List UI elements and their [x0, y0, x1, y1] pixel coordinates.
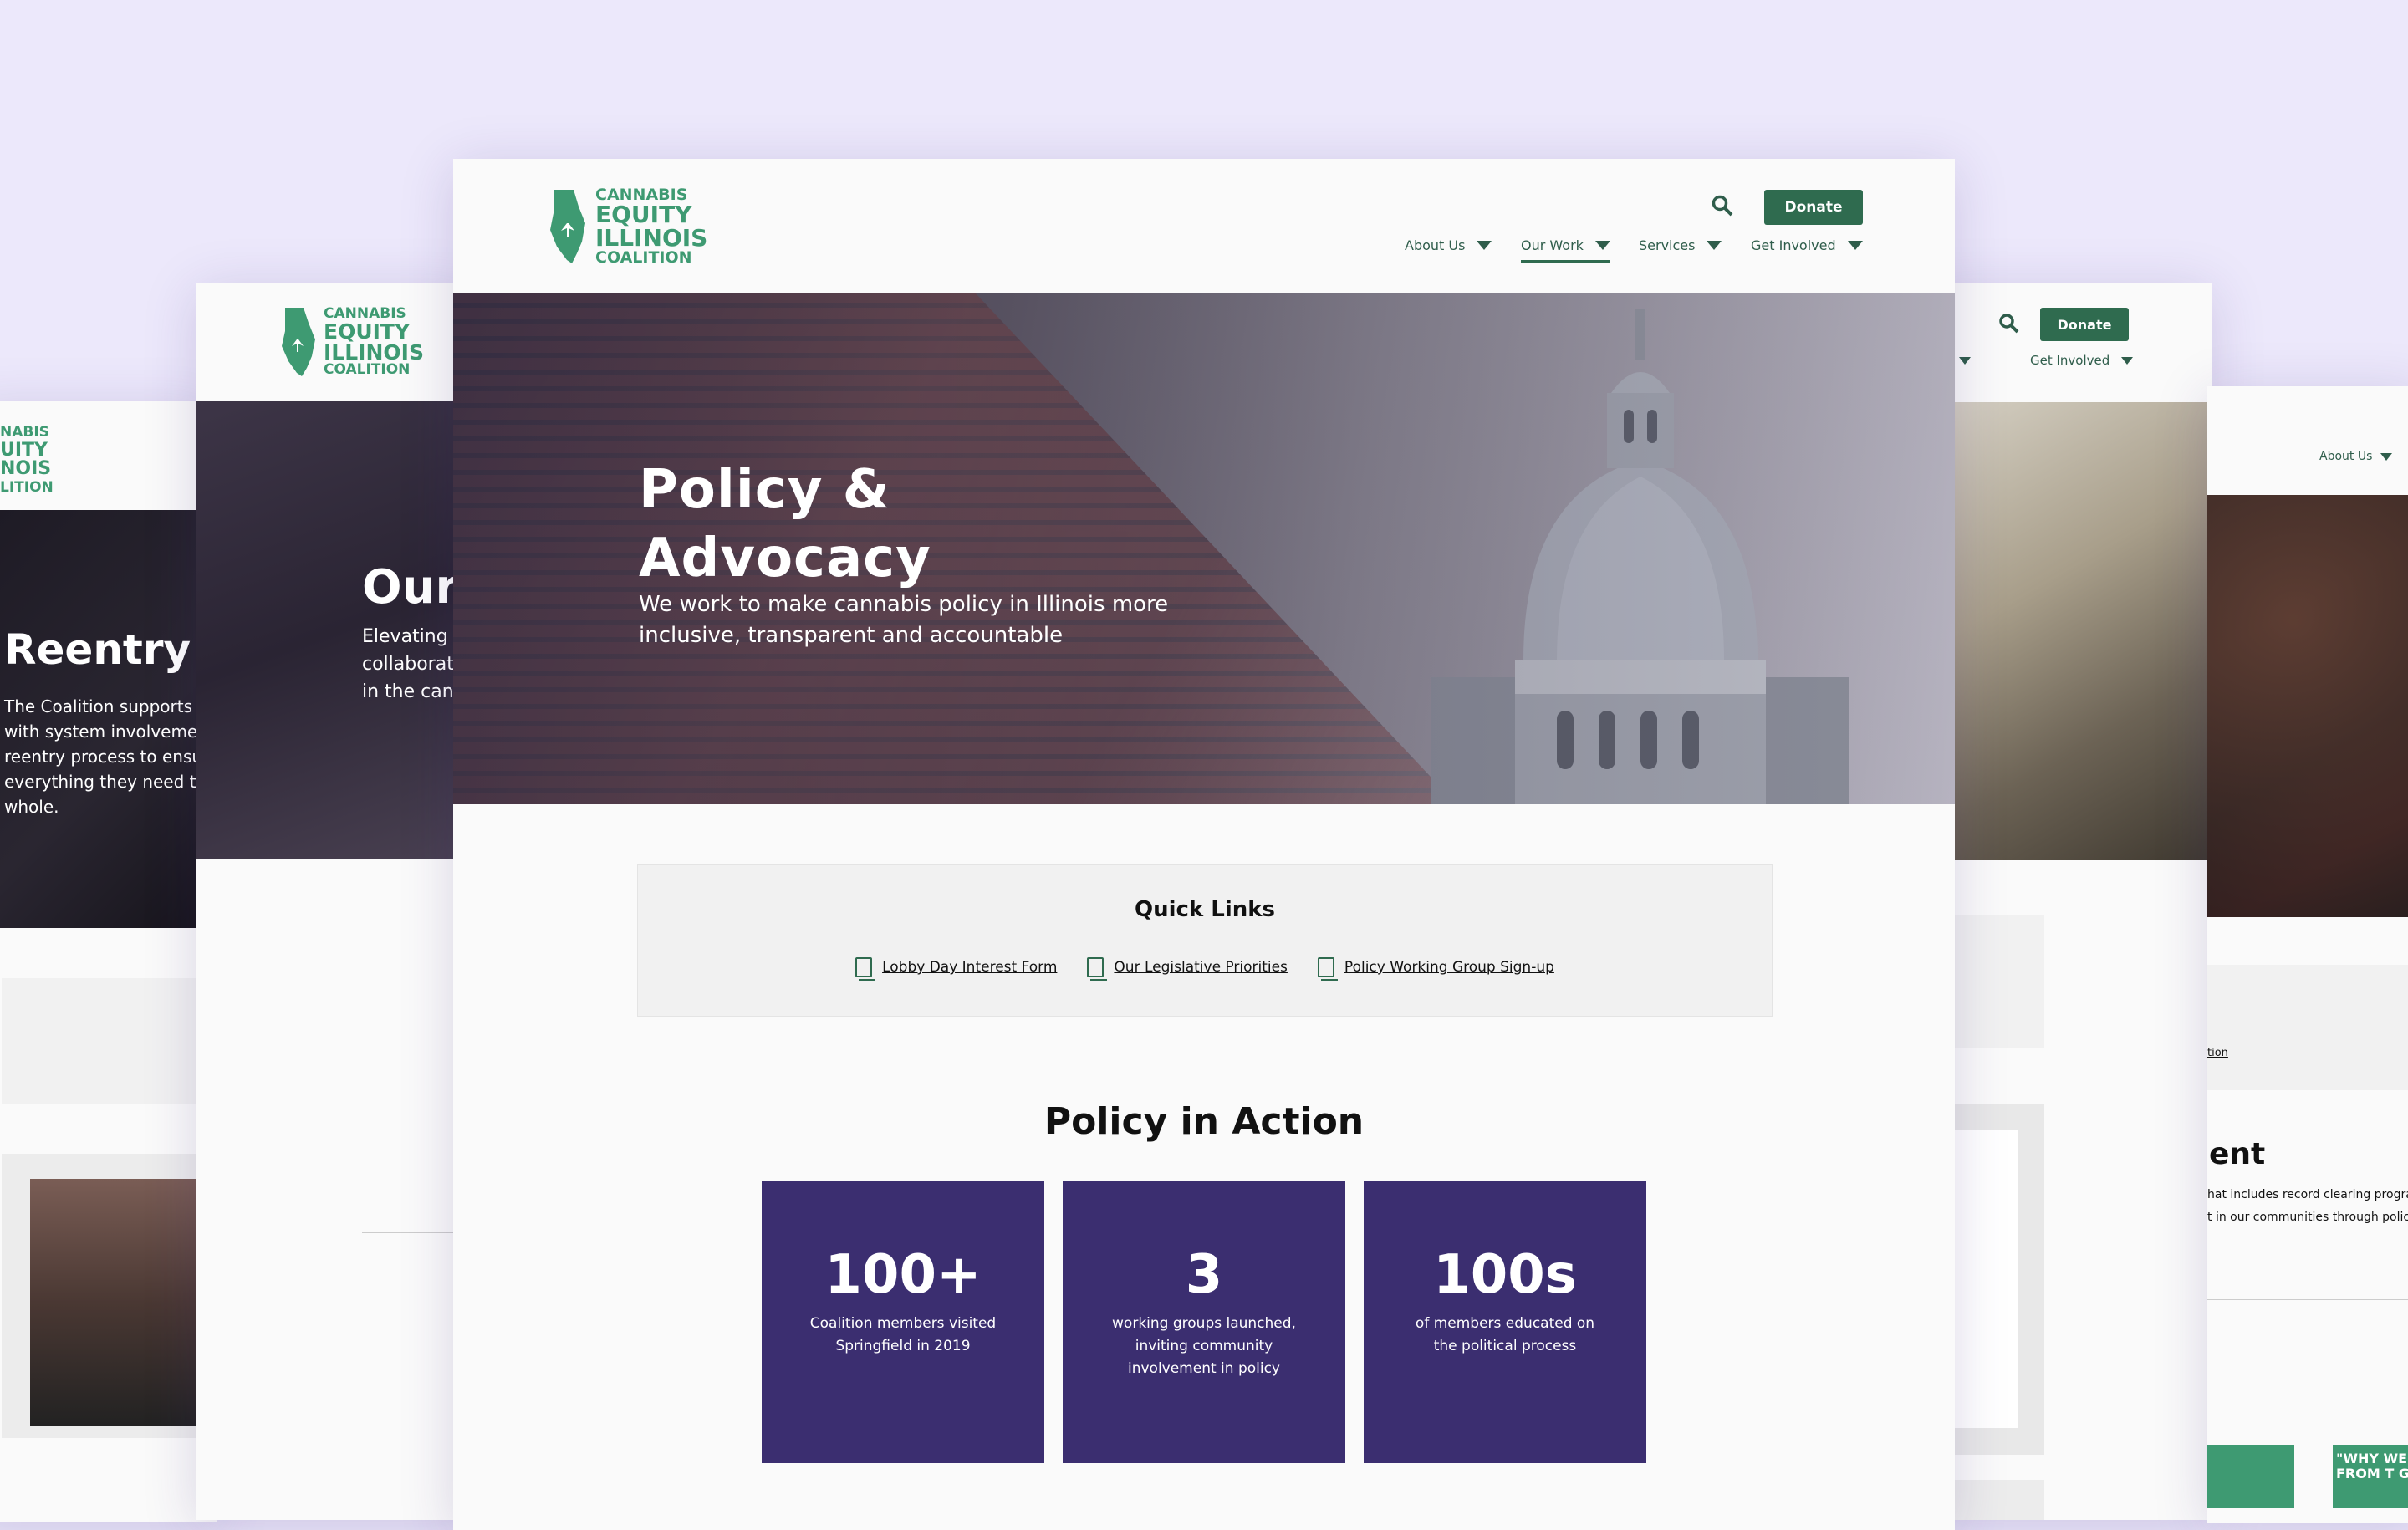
quick-links-title: Quick Links — [1134, 897, 1276, 922]
stat-label: of members educated on the political pro… — [1415, 1315, 1595, 1354]
our-work-hero: Our Elevating collaborat in the can — [196, 401, 481, 859]
search-icon[interactable] — [1711, 194, 1734, 217]
stat-value: 3 — [1185, 1244, 1223, 1306]
stat-card: 100+ Coalition members visited Springfie… — [762, 1181, 1044, 1463]
stat-card: 3 working groups launched, inviting comm… — [1063, 1181, 1345, 1463]
logo-tile — [2207, 1445, 2294, 1508]
logo-fragment: NABIS UITY NOIS LITION — [0, 424, 54, 496]
services-page-preview: Donate ices Get Involved bers bers port — [1923, 283, 2212, 1520]
document-icon — [855, 957, 876, 981]
about-page-preview: About Us tion ent hat includes record cl… — [2207, 386, 2408, 1523]
about-hero — [2207, 495, 2408, 917]
stat-card: 100s of members educated on the politica… — [1364, 1181, 1646, 1463]
logo: CANNABIS EQUITY ILLINOIS COALITION — [278, 306, 424, 378]
nav-about-us[interactable]: About Us — [2319, 450, 2393, 463]
reentry-hero: Reentry S The Coalition supports with sy… — [0, 510, 217, 928]
quick-link-policy-working-group[interactable]: Policy Working Group Sign-up — [1317, 957, 1554, 981]
about-body: hat includes record clearing progra t in… — [2207, 1188, 2408, 1224]
stat-label: working groups launched, inviting commun… — [1112, 1315, 1296, 1377]
nav-our-work[interactable]: Our Work — [1521, 237, 1610, 263]
site-header: CANNABIS EQUITY ILLINOIS COALITION Donat… — [453, 159, 1955, 293]
logo[interactable]: CANNABIS EQUITY ILLINOIS COALITION — [547, 187, 707, 266]
our-work-title: Our — [362, 560, 459, 615]
nav-about-us[interactable]: About Us — [1405, 237, 1492, 253]
nav-get-involved[interactable]: Get Involved — [2030, 353, 2134, 368]
quick-link-lobby-day[interactable]: Lobby Day Interest Form — [855, 957, 1057, 981]
quick-link-legislative-priorities[interactable]: Our Legislative Priorities — [1087, 957, 1288, 981]
hero-subtitle: We work to make cannabis policy in Illin… — [639, 592, 1169, 648]
hero-banner: Policy & Advocacy We work to make cannab… — [453, 293, 1955, 804]
about-section-title: ent — [2209, 1137, 2266, 1171]
photo-block — [2, 1154, 217, 1438]
group-photo — [30, 1179, 217, 1426]
policy-advocacy-page: CANNABIS EQUITY ILLINOIS COALITION Donat… — [453, 159, 1955, 1530]
stat-label: Coalition members visited Springfield in… — [809, 1315, 997, 1354]
reentry-page-preview: NABIS UITY NOIS LITION Reentry S The Coa… — [0, 401, 217, 1522]
reentry-body: The Coalition supports with system invol… — [4, 696, 207, 817]
stat-value: 100s — [1433, 1244, 1577, 1306]
placeholder-block — [2, 978, 217, 1104]
nav-get-involved[interactable]: Get Involved — [1751, 237, 1863, 253]
services-hero — [1923, 402, 2212, 860]
hero-title: Policy & Advocacy — [639, 459, 931, 589]
document-icon — [1087, 957, 1108, 981]
illinois-leaf-icon — [282, 308, 315, 376]
illinois-leaf-icon — [550, 190, 585, 263]
nav-services[interactable]: Services — [1639, 237, 1722, 253]
search-icon[interactable] — [1998, 313, 2020, 334]
our-work-body: Elevating collaborat in the can — [362, 626, 454, 702]
stat-value: 100+ — [824, 1244, 982, 1306]
section-title-policy-in-action: Policy in Action — [1043, 1100, 1365, 1143]
placeholder-block: tion — [2207, 965, 2408, 1090]
reentry-title: Reentry S — [4, 625, 217, 674]
document-icon — [1317, 957, 1338, 981]
quick-links-box: Quick Links Lobby Day Interest Form Our … — [637, 864, 1773, 1017]
divider — [2207, 1299, 2408, 1300]
donate-button[interactable]: Donate — [2040, 308, 2129, 341]
donate-button[interactable]: Donate — [1764, 190, 1863, 225]
group-photo — [2207, 495, 2408, 917]
quote-tile: "WHY WE FROM T GA — [2333, 1445, 2408, 1508]
link-fragment[interactable]: tion — [2207, 1047, 2228, 1059]
our-work-page-preview: CANNABIS EQUITY ILLINOIS COALITION Our E… — [196, 283, 481, 1520]
